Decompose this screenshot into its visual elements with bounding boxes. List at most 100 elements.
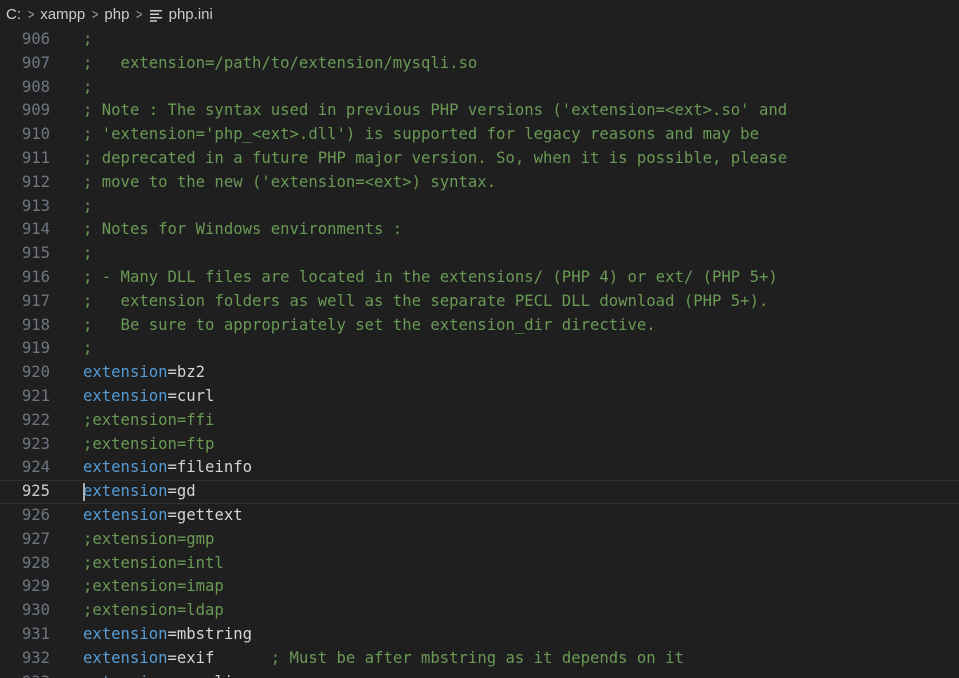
- code-line[interactable]: 926 extension=gettext: [0, 504, 959, 528]
- equals-sign: =: [167, 648, 177, 667]
- chevron-right-icon: >: [27, 6, 35, 22]
- directive-value: fileinfo: [176, 458, 252, 477]
- code-line[interactable]: 919;: [0, 337, 959, 361]
- equals-sign: =: [167, 386, 177, 405]
- directive-value: mysqli: [177, 673, 233, 678]
- code-line[interactable]: 930 ;extension=ldap: [0, 599, 959, 623]
- line-number: 932: [21, 648, 50, 667]
- code-line[interactable]: 909 ; Note : The syntax used in previous …: [0, 99, 959, 123]
- code-line[interactable]: 915;: [0, 242, 959, 266]
- comment-text: ; extension=/path/to/extension/mysqli.so: [83, 53, 478, 72]
- breadcrumb-folder-xampp[interactable]: xampp: [40, 6, 85, 23]
- code-line[interactable]: 922 ;extension=ffi: [0, 409, 959, 433]
- breadcrumb: C: > xampp > php > php.ini: [0, 0, 959, 28]
- code-line[interactable]: 911 ; deprecated in a future PHP major ve…: [0, 147, 959, 171]
- line-content: extension=bz2: [83, 361, 205, 385]
- chevron-right-icon: >: [136, 6, 143, 22]
- line-content: ;: [83, 76, 92, 100]
- line-number: 906: [21, 30, 50, 48]
- breadcrumb-file[interactable]: php.ini: [169, 6, 213, 23]
- line-number: 911: [21, 148, 50, 167]
- directive-key: extension: [83, 386, 168, 405]
- comment-text: ;extension=intl: [83, 553, 224, 572]
- directive-key: extension: [83, 648, 168, 667]
- comment-text: ;extension=imap: [83, 577, 224, 596]
- directive-key: extension: [83, 363, 168, 382]
- directive-value: exif: [176, 648, 215, 667]
- line-content: ; Be sure to appropriately set the exten…: [83, 314, 656, 338]
- comment-text: ; deprecated in a future PHP major versi…: [83, 148, 788, 167]
- directive-key: extension: [83, 505, 168, 524]
- code-line[interactable]: 913;: [0, 195, 959, 219]
- line-content: ;: [83, 195, 92, 219]
- equals-sign: =: [167, 482, 177, 501]
- line-content: ;extension=ldap: [83, 599, 224, 623]
- directive-key: extension: [83, 458, 168, 477]
- equals-sign: =: [167, 458, 177, 477]
- line-content: ; extension=/path/to/extension/mysqli.so: [83, 52, 477, 76]
- line-content: ;extension=imap: [83, 575, 224, 599]
- line-content: ;extension=intl: [83, 552, 224, 576]
- line-number: 914: [21, 220, 50, 239]
- code-lines[interactable]: 906; 907; extension=/path/to/extension/my…: [0, 28, 959, 678]
- trailing-comment: ; Must be after mbstring as it depends o…: [214, 648, 684, 667]
- comment-text: ;extension=ldap: [83, 601, 224, 620]
- code-line[interactable]: 924 extension=fileinfo: [0, 456, 959, 480]
- code-line[interactable]: 928 ;extension=intl: [0, 552, 959, 576]
- equals-sign: =: [168, 673, 177, 678]
- comment-text: ;: [83, 244, 93, 263]
- line-number: 915: [21, 244, 50, 263]
- chevron-right-icon: >: [92, 6, 99, 22]
- directive-key: extension: [83, 482, 168, 501]
- code-line[interactable]: 923 ;extension=ftp: [0, 433, 959, 457]
- line-number: 913: [21, 196, 50, 215]
- code-line[interactable]: 917 ; extension folders as well as the se…: [0, 290, 959, 314]
- code-line[interactable]: 929 ;extension=imap: [0, 575, 959, 599]
- code-line[interactable]: 916 ; - Many DLL files are located in the…: [0, 266, 959, 290]
- line-content: ; move to the new ('extension=<ext>) syn…: [83, 171, 496, 195]
- breadcrumb-drive[interactable]: C:: [6, 6, 21, 23]
- code-line[interactable]: 921 extension=curl: [0, 385, 959, 409]
- code-line[interactable]: 907 ; extension=/path/to/extension/mysqli…: [0, 52, 959, 76]
- equals-sign: =: [167, 363, 177, 382]
- code-line-current[interactable]: 925 extension=gd: [0, 480, 959, 504]
- directive-value: mbstring: [176, 624, 252, 643]
- code-line[interactable]: 932 extension=exif ; Must be after mbstri…: [0, 647, 959, 671]
- directive-value: gd: [176, 482, 196, 501]
- line-number: 907: [21, 53, 50, 72]
- line-content: ; - Many DLL files are located in the ex…: [83, 266, 778, 290]
- comment-text: ; Note : The syntax used in previous PHP…: [83, 101, 788, 120]
- comment-text: ; extension folders as well as the separ…: [83, 291, 769, 310]
- line-content: extension=exif ; Must be after mbstring …: [83, 647, 684, 671]
- line-number: 916: [21, 267, 50, 286]
- line-content: ;extension=gmp: [83, 528, 214, 552]
- comment-text: ; 'extension='php_<ext>.dll') is support…: [83, 125, 759, 144]
- line-number: 928: [21, 553, 50, 572]
- line-content: ;: [83, 337, 92, 361]
- code-line[interactable]: 914 ; Notes for Windows environments :: [0, 218, 959, 242]
- code-line[interactable]: 927 ;extension=gmp: [0, 528, 959, 552]
- code-line[interactable]: 912 ; move to the new ('extension=<ext>) …: [0, 171, 959, 195]
- code-line[interactable]: 908;: [0, 76, 959, 100]
- code-line[interactable]: 933 extension=mysqli: [0, 671, 959, 678]
- code-editor[interactable]: C: > xampp > php > php.ini 906; 907; exte…: [0, 0, 959, 678]
- code-line[interactable]: 906;: [0, 28, 959, 52]
- code-line[interactable]: 918 ; Be sure to appropriately set the ex…: [0, 314, 959, 338]
- line-content: ;: [83, 242, 92, 266]
- code-line[interactable]: 931 extension=mbstring: [0, 623, 959, 647]
- line-content: extension=mysqli: [83, 671, 233, 678]
- line-number: 921: [21, 386, 50, 405]
- comment-text: ;: [83, 30, 93, 48]
- code-line[interactable]: 910 ; 'extension='php_<ext>.dll') is supp…: [0, 123, 959, 147]
- code-line[interactable]: 920 extension=bz2: [0, 361, 959, 385]
- directive-value: bz2: [176, 363, 206, 382]
- comment-text: ;extension=ffi: [83, 410, 215, 429]
- line-content: ;extension=ftp: [83, 433, 214, 457]
- line-number: 924: [21, 458, 50, 477]
- comment-text: ; Notes for Windows environments :: [83, 220, 403, 239]
- comment-text: ;: [83, 196, 93, 215]
- line-content: extension=mbstring: [83, 623, 252, 647]
- comment-text: ;extension=gmp: [83, 529, 215, 548]
- breadcrumb-folder-php[interactable]: php: [104, 6, 129, 23]
- directive-value: gettext: [176, 505, 243, 524]
